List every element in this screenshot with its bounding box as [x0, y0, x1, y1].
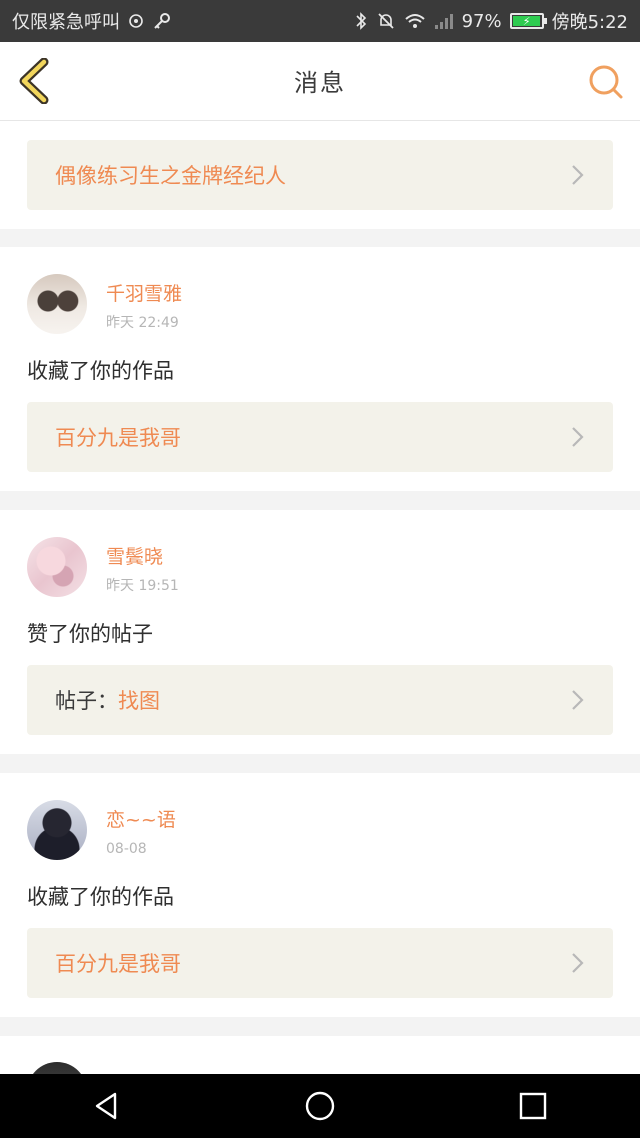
user-info: 千羽雪雅 昨天 22:49 [106, 274, 182, 333]
bluetooth-icon [354, 11, 368, 31]
avatar[interactable] [27, 537, 87, 597]
avatar[interactable] [27, 1062, 87, 1074]
message-card: 雪鬓晓 昨天 19:51 赞了你的帖子 帖子：找图 [0, 510, 640, 754]
chevron-right-icon [572, 165, 584, 185]
page-title: 消息 [294, 69, 346, 97]
message-user-row: 雪鬓晓 昨天 19:51 [27, 537, 613, 599]
battery-percent: 97% [461, 10, 502, 32]
message-user-row: 千羽雪雅 昨天 22:49 [27, 274, 613, 336]
ref-title: 找图 [118, 689, 160, 713]
referenced-work-card[interactable]: 百分九是我哥 [27, 928, 613, 998]
work-link-card[interactable]: 偶像练习生之金牌经纪人 [27, 140, 613, 210]
message-card-partial [0, 1036, 640, 1074]
top-nav-bar: 消息 [0, 42, 640, 121]
chevron-right-icon [572, 690, 584, 710]
search-icon[interactable] [588, 64, 624, 100]
key-icon [152, 11, 172, 31]
status-left: 仅限紧急呼叫 [12, 8, 172, 34]
status-bar: 仅限紧急呼叫 97% ⚡ 傍晚5:22 [0, 0, 640, 42]
battery-icon: ⚡ [509, 13, 547, 29]
referenced-work-card[interactable]: 百分九是我哥 [27, 402, 613, 472]
ref-title: 百分九是我哥 [55, 426, 181, 450]
referenced-post-title: 帖子：找图 [55, 685, 571, 715]
nav-home-icon[interactable] [296, 1082, 344, 1130]
ref-title: 百分九是我哥 [55, 952, 181, 976]
system-nav-bar [0, 1074, 640, 1138]
status-right: 97% ⚡ 傍晚5:22 [354, 8, 628, 34]
mute-icon [376, 11, 396, 31]
ref-prefix: 帖子： [55, 689, 118, 713]
message-time: 昨天 22:49 [106, 315, 179, 331]
avatar[interactable] [27, 800, 87, 860]
user-info: 恋~~语 08-08 [106, 800, 176, 859]
message-card: 恋~~语 08-08 收藏了你的作品 百分九是我哥 [0, 773, 640, 1017]
message-list[interactable]: 偶像练习生之金牌经纪人 千羽雪雅 昨天 22:49 收藏了你的作品 百分九是我哥 [0, 121, 640, 1074]
work-link-title: 偶像练习生之金牌经纪人 [55, 164, 286, 188]
chevron-right-icon [572, 427, 584, 447]
user-name[interactable]: 千羽雪雅 [106, 281, 182, 307]
wifi-icon [404, 12, 426, 30]
chevron-right-icon [572, 953, 584, 973]
signal-icon [434, 12, 454, 30]
sim-icon [128, 13, 144, 29]
user-name[interactable]: 恋~~语 [106, 807, 176, 833]
message-user-row: 恋~~语 08-08 [27, 800, 613, 862]
avatar[interactable] [27, 274, 87, 334]
referenced-work-title: 百分九是我哥 [55, 422, 571, 452]
carrier-text: 仅限紧急呼叫 [12, 12, 120, 33]
message-card: 千羽雪雅 昨天 22:49 收藏了你的作品 百分九是我哥 [0, 247, 640, 491]
message-action: 收藏了你的作品 [27, 885, 174, 909]
message-time: 昨天 19:51 [106, 578, 179, 594]
message-card-header: 偶像练习生之金牌经纪人 [0, 121, 640, 229]
nav-recents-icon[interactable] [509, 1082, 557, 1130]
nav-back-icon[interactable] [83, 1082, 131, 1130]
referenced-post-card[interactable]: 帖子：找图 [27, 665, 613, 735]
referenced-work-title: 百分九是我哥 [55, 948, 571, 978]
user-name[interactable]: 雪鬓晓 [106, 544, 179, 570]
message-time: 08-08 [106, 841, 147, 857]
message-action: 赞了你的帖子 [27, 622, 153, 646]
status-time: 傍晚5:22 [551, 12, 628, 33]
message-action: 收藏了你的作品 [27, 359, 174, 383]
user-info: 雪鬓晓 昨天 19:51 [106, 537, 179, 596]
